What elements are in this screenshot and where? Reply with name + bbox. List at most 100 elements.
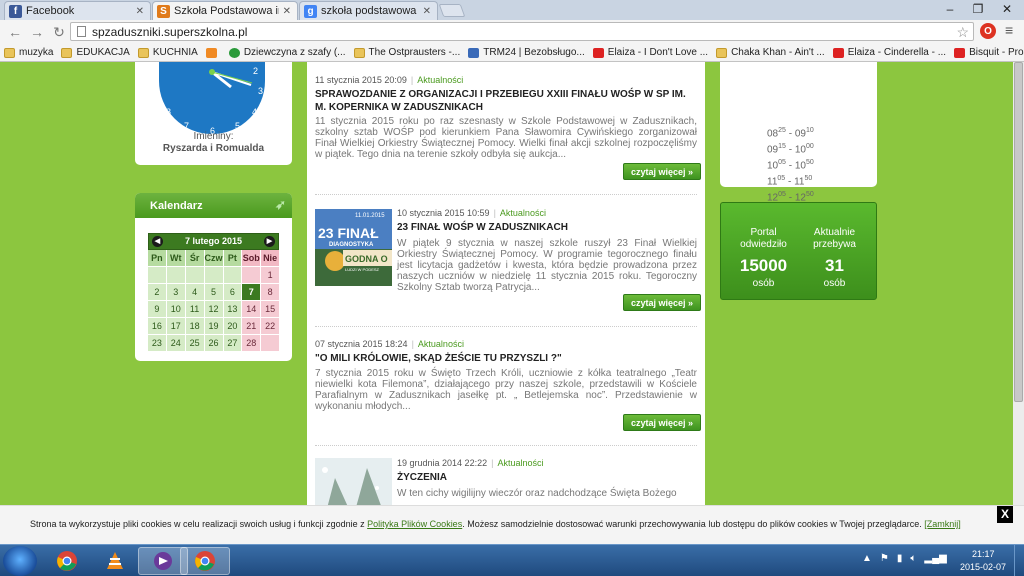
calendar-day[interactable]: 15 (261, 301, 279, 317)
calendar-day[interactable]: 2 (148, 284, 166, 300)
bookmark-elaiza-2[interactable]: Elaiza - Cinderella - ... (832, 47, 946, 58)
bookmark-u[interactable] (205, 47, 221, 58)
bell-schedule-widget: 0825 - 0910 0915 - 1000 1005 - 1050 1105 - … (720, 62, 877, 235)
tray-signal-icon[interactable]: ▂▄▆ (924, 553, 946, 564)
nameday-names: Ryszarda i Romualda (162, 143, 265, 154)
browser-toolbar: ← → ↻ ☆ O ≡ (0, 20, 1024, 44)
maximize-icon[interactable]: ❐ (964, 0, 992, 17)
calendar-day[interactable]: 25 (185, 335, 204, 351)
close-tab-icon[interactable]: ✕ (423, 6, 431, 17)
calendar-day[interactable]: 13 (223, 301, 242, 317)
calendar-day[interactable]: 5 (204, 284, 223, 300)
post-title[interactable]: "O MILI KRÓLOWIE, SKĄD ŻEŚCIE TU PRZYSZL… (315, 352, 697, 365)
new-tab-button[interactable] (438, 4, 466, 17)
taskbar-vlc[interactable] (90, 547, 140, 575)
media-icon (154, 552, 172, 570)
reload-icon[interactable]: ↻ (48, 24, 70, 41)
post-title[interactable]: 23 FINAŁ WOŚP W ZADUSZNIKACH (397, 221, 697, 234)
menu-icon[interactable]: ≡ (1005, 22, 1013, 38)
calendar-day[interactable]: 22 (261, 318, 279, 334)
calendar-day[interactable]: 28 (242, 335, 261, 351)
tray-volume-icon[interactable]: 🔈︎ (910, 553, 916, 564)
taskbar-chrome-active[interactable] (180, 547, 230, 575)
bookmark-muzyka[interactable]: muzyka (4, 47, 53, 58)
calendar-day[interactable]: 18 (185, 318, 204, 334)
bookmark-edukacja[interactable]: EDUKACJA (61, 47, 130, 58)
calendar-day[interactable]: 7 (242, 284, 261, 300)
bookmark-dziewczyna[interactable]: Dziewczyna z szafy (... (228, 47, 346, 58)
post-title[interactable]: ŻYCZENIA (397, 471, 697, 484)
bookmark-bisquit[interactable]: Bisquit - Prosta hist... (954, 47, 1024, 58)
calendar-title: Kalendarz (150, 200, 203, 212)
tab-google[interactable]: g szkoła podstawowa zadus ✕ (299, 1, 438, 20)
tab-school[interactable]: S Szkoła Podstawowa im. M ✕ (152, 1, 298, 20)
post-thumbnail[interactable]: 11.01.2015 23 FINAŁ DIAGNOSTYKA GODNA O … (315, 209, 392, 286)
address-bar[interactable]: ☆ (70, 22, 974, 41)
minimize-icon[interactable]: – (936, 0, 964, 17)
post-category[interactable]: Aktualności (418, 339, 464, 349)
calendar-day[interactable]: 14 (242, 301, 261, 317)
tray-network-icon[interactable]: ▮ (897, 553, 903, 564)
calendar-day[interactable]: 27 (223, 335, 242, 351)
show-desktop-button[interactable] (1014, 545, 1024, 576)
forward-icon[interactable]: → (26, 24, 48, 40)
page-content: 2 3 4 5 6 7 8 Imieniny: Ryszarda i Romua… (0, 62, 1024, 544)
taskbar-chrome[interactable] (42, 547, 92, 575)
calendar-day[interactable]: 3 (166, 284, 185, 300)
calendar-day[interactable]: 1 (261, 267, 279, 283)
analog-clock: 2 3 4 5 6 7 8 (159, 62, 265, 134)
close-tab-icon[interactable]: ✕ (283, 6, 291, 17)
close-window-icon[interactable]: ✕ (992, 0, 1022, 17)
calendar-day[interactable]: 11 (185, 301, 204, 317)
calendar-day[interactable]: 21 (242, 318, 261, 334)
calendar-day[interactable]: 20 (223, 318, 242, 334)
scrollbar[interactable] (1013, 62, 1024, 544)
calendar-day[interactable]: 26 (204, 335, 223, 351)
calendar-day[interactable]: 8 (261, 284, 279, 300)
read-more-button[interactable]: czytaj więcej » (623, 414, 702, 431)
bookmark-trm24[interactable]: TRM24 | Bezobsługo... (468, 47, 585, 58)
calendar-day[interactable]: 23 (148, 335, 166, 351)
bookmark-elaiza-1[interactable]: Elaiza - I Don't Love ... (592, 47, 708, 58)
visitor-stats-widget: Portal odwiedziło 15000 osób Aktualnie p… (720, 202, 877, 300)
calendar-day[interactable]: 12 (204, 301, 223, 317)
back-icon[interactable]: ← (4, 24, 26, 40)
calendar-day[interactable]: 9 (148, 301, 166, 317)
calendar-day[interactable]: 24 (166, 335, 185, 351)
read-more-button[interactable]: czytaj więcej » (623, 163, 702, 180)
read-more-button[interactable]: czytaj więcej » (623, 294, 702, 311)
start-button[interactable] (3, 546, 37, 576)
taskbar-date[interactable]: 2015-02-07 (960, 562, 1006, 572)
tab-facebook[interactable]: f Facebook ✕ (4, 1, 151, 20)
bookmark-label: TRM24 | Bezobsługo... (483, 47, 585, 58)
prev-month-icon[interactable]: ◀ (152, 236, 163, 247)
cookie-policy-link[interactable]: Polityka Plików Cookies (367, 519, 462, 529)
bookmark-star-icon[interactable]: ☆ (956, 24, 969, 41)
clock-number: 8 (166, 107, 171, 117)
url-input[interactable] (92, 24, 892, 39)
scrollbar-thumb[interactable] (1014, 62, 1023, 402)
calendar-day[interactable]: 4 (185, 284, 204, 300)
calendar-day[interactable]: 10 (166, 301, 185, 317)
close-tab-icon[interactable]: ✕ (136, 6, 144, 17)
calendar-day[interactable]: 6 (223, 284, 242, 300)
calendar-weekday: Nie (261, 250, 279, 266)
tray-flag-icon[interactable]: ⚑ (880, 553, 889, 564)
bookmark-chaka-khan[interactable]: Chaka Khan - Ain't ... (716, 47, 825, 58)
bookmark-ostprausters[interactable]: The Ostprausters -... (353, 47, 460, 58)
post-category[interactable]: Aktualności (497, 458, 543, 468)
tray-arrow-icon[interactable]: ▲ (862, 553, 872, 564)
bookmark-kuchnia[interactable]: KUCHNIA (137, 47, 198, 58)
next-month-icon[interactable]: ▶ (264, 236, 275, 247)
calendar-day[interactable]: 19 (204, 318, 223, 334)
taskbar-time[interactable]: 21:17 (972, 549, 995, 559)
cookie-close-link[interactable]: [Zamknij] (924, 519, 961, 529)
cookie-close-button[interactable]: X (997, 506, 1013, 523)
post-category[interactable]: Aktualności (417, 75, 463, 85)
post-title[interactable]: SPRAWOZDANIE Z ORGANIZACJI I PRZEBIEGU X… (315, 88, 697, 114)
post-category[interactable]: Aktualności (500, 208, 546, 218)
opera-extension-icon[interactable]: O (980, 23, 996, 39)
calendar-day[interactable]: 16 (148, 318, 166, 334)
calendar-day[interactable]: 17 (166, 318, 185, 334)
post-meta: 11 stycznia 2015 20:09 | Aktualności (315, 75, 463, 85)
